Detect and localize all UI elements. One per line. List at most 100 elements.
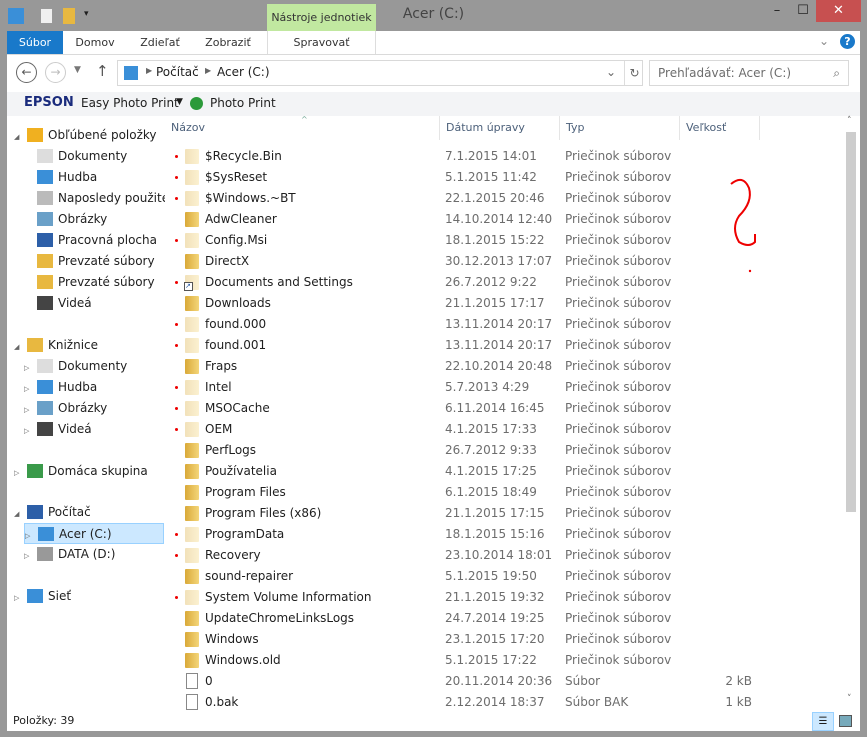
file-row[interactable]: Recovery 23.10.2014 18:01 Priečinok súboro…	[165, 545, 842, 566]
file-row[interactable]: Intel 5.7.2013 4:29 Priečinok súborov	[165, 377, 842, 398]
maximize-button[interactable]: ☐	[793, 0, 813, 22]
expand-arrow-icon[interactable]: ▷	[24, 358, 37, 379]
nav-favorite-item[interactable]: Obrázky	[24, 209, 107, 230]
vertical-scrollbar[interactable]: ˄ ˅	[842, 116, 860, 712]
breadcrumb-separator: ▶	[146, 66, 153, 75]
column-header-size[interactable]: Veľkosť	[680, 116, 760, 140]
expand-arrow-icon[interactable]: ▷	[24, 546, 37, 567]
nav-favorite-item[interactable]: Dokumenty	[24, 146, 127, 167]
file-row[interactable]: Windows 23.1.2015 17:20 Priečinok súborov	[165, 629, 842, 650]
expand-arrow-icon[interactable]: ◢	[14, 504, 27, 525]
nav-favorite-item[interactable]: Naposledy použité u	[24, 188, 165, 209]
file-name: DirectX	[205, 254, 250, 268]
nav-library-item[interactable]: ▷ Videá	[24, 419, 92, 440]
file-date: 7.1.2015 14:01	[445, 149, 537, 163]
nav-computer[interactable]: ◢ Počítač	[14, 502, 91, 523]
nav-favorite-item[interactable]: Prevzaté súbory	[24, 251, 155, 272]
tab-file[interactable]: Súbor	[7, 31, 63, 54]
file-type: Priečinok súborov	[565, 632, 672, 646]
file-row[interactable]: 0 20.11.2014 20:36 Súbor 2 kB	[165, 671, 842, 692]
file-row[interactable]: found.000 13.11.2014 20:17 Priečinok súbor…	[165, 314, 842, 335]
file-row[interactable]: Používatelia 4.1.2015 17:25 Priečinok súbo…	[165, 461, 842, 482]
file-row[interactable]: System Volume Information 21.1.2015 19:32…	[165, 587, 842, 608]
nav-drive-d[interactable]: ▷ DATA (D:)	[24, 544, 115, 565]
annotation-dot	[175, 533, 178, 536]
expand-arrow-icon[interactable]: ◢	[14, 127, 27, 148]
expand-arrow-icon[interactable]: ▷	[24, 379, 37, 400]
large-icons-view-icon[interactable]	[839, 715, 852, 727]
file-row[interactable]: PerfLogs 26.7.2012 9:33 Priečinok súborov	[165, 440, 842, 461]
back-button[interactable]: ←	[16, 62, 37, 83]
tab-manage[interactable]: Spravovať	[267, 31, 376, 54]
nav-library-item[interactable]: ▷ Hudba	[24, 377, 97, 398]
details-view-icon[interactable]: ☰	[812, 712, 834, 731]
file-row[interactable]: Windows.old 5.1.2015 17:22 Priečinok súbor…	[165, 650, 842, 671]
recent-locations-icon[interactable]: ▼	[74, 65, 81, 75]
file-row[interactable]: MSOCache 6.11.2014 16:45 Priečinok súborov	[165, 398, 842, 419]
up-button[interactable]: ↑	[96, 62, 109, 80]
tab-share[interactable]: Zdieľať	[132, 31, 188, 54]
photo-print-button[interactable]: Photo Print	[210, 96, 276, 110]
annotation-dot	[175, 596, 178, 599]
nav-drive-c[interactable]: ▷ Acer (C:)	[24, 523, 164, 544]
file-row[interactable]: 0.bak 2.12.2014 18:37 Súbor BAK 1 kB	[165, 692, 842, 712]
nav-favorite-item[interactable]: Pracovná plocha	[24, 230, 157, 251]
file-row[interactable]: Program Files (x86) 21.1.2015 17:15 Prieči…	[165, 503, 842, 524]
scrollbar-thumb[interactable]	[846, 132, 856, 512]
address-dropdown-icon[interactable]: ⌄	[606, 65, 616, 79]
nav-network[interactable]: ▷ Sieť	[14, 586, 71, 607]
nav-library-item[interactable]: ▷ Dokumenty	[24, 356, 127, 377]
file-row[interactable]: ProgramData 18.1.2015 15:16 Priečinok súbo…	[165, 524, 842, 545]
column-header-date[interactable]: Dátum úpravy	[440, 116, 560, 140]
nav-homegroup[interactable]: ▷ Domáca skupina	[14, 461, 148, 482]
help-icon[interactable]: ?	[840, 34, 855, 49]
file-icon	[186, 694, 198, 710]
nav-network-icon	[27, 589, 43, 603]
nav-favorite-item[interactable]: Videá	[24, 293, 92, 314]
nav-favorites[interactable]: ◢ Obľúbené položky	[14, 125, 157, 146]
expand-ribbon-icon[interactable]: ⌄	[819, 34, 829, 48]
file-row[interactable]: sound-repairer 5.1.2015 19:50 Priečinok sú…	[165, 566, 842, 587]
file-row[interactable]: Program Files 6.1.2015 18:49 Priečinok súb…	[165, 482, 842, 503]
nav-favorite-item[interactable]: Hudba	[24, 167, 97, 188]
expand-arrow-icon[interactable]: ◢	[14, 337, 27, 358]
annotation-dot	[175, 281, 178, 284]
dropdown-icon[interactable]: ▼	[176, 97, 183, 107]
nav-library-item[interactable]: ▷ Obrázky	[24, 398, 107, 419]
file-row[interactable]: UpdateChromeLinksLogs 24.7.2014 19:25 Prie…	[165, 608, 842, 629]
file-list: Názov ^ Dátum úpravy Typ Veľkosť $Recycle…	[165, 116, 842, 712]
nav-libraries[interactable]: ◢ Knižnice	[14, 335, 98, 356]
file-date: 18.1.2015 15:16	[445, 527, 545, 541]
scroll-down-icon[interactable]: ˅	[847, 694, 852, 704]
file-row[interactable]: Downloads 21.1.2015 17:17 Priečinok súboro…	[165, 293, 842, 314]
column-header-name[interactable]: Názov ^	[165, 116, 440, 140]
refresh-icon[interactable]: ↻	[624, 61, 644, 85]
address-bar[interactable]: ▶ Počítač ▶ Acer (C:) ⌄ ↻	[117, 60, 643, 86]
expand-arrow-icon[interactable]: ▷	[14, 463, 27, 484]
column-header-type[interactable]: Typ	[560, 116, 680, 140]
minimize-button[interactable]: –	[767, 0, 787, 22]
file-row[interactable]: $Recycle.Bin 7.1.2015 14:01 Priečinok súbo…	[165, 146, 842, 167]
search-icon: ⌕	[833, 66, 840, 80]
close-button[interactable]: ✕	[816, 0, 861, 22]
search-input[interactable]: Prehľadávať: Acer (C:) ⌕	[649, 60, 849, 86]
nav-favorite-item[interactable]: Prevzaté súbory	[24, 272, 155, 293]
file-date: 22.1.2015 20:46	[445, 191, 545, 205]
folder-icon	[185, 254, 199, 269]
expand-arrow-icon[interactable]: ▷	[24, 421, 37, 442]
file-row[interactable]: found.001 13.11.2014 20:17 Priečinok súbor…	[165, 335, 842, 356]
easy-photo-print-menu[interactable]: Easy Photo Print	[81, 96, 179, 110]
breadcrumb-drive[interactable]: Acer (C:)	[217, 65, 270, 79]
annotation-dot	[175, 344, 178, 347]
forward-button[interactable]: →	[45, 62, 66, 83]
nav-favorite-item-icon	[37, 170, 53, 184]
file-row[interactable]: Fraps 22.10.2014 20:48 Priečinok súborov	[165, 356, 842, 377]
breadcrumb-computer[interactable]: Počítač	[156, 65, 199, 79]
tab-home[interactable]: Domov	[67, 31, 123, 54]
expand-arrow-icon[interactable]: ▷	[24, 400, 37, 421]
expand-arrow-icon[interactable]: ▷	[14, 588, 27, 609]
file-row[interactable]: OEM 4.1.2015 17:33 Priečinok súborov	[165, 419, 842, 440]
file-date: 20.11.2014 20:36	[445, 674, 553, 688]
scroll-up-icon[interactable]: ˄	[847, 116, 852, 126]
tab-view[interactable]: Zobraziť	[197, 31, 259, 54]
